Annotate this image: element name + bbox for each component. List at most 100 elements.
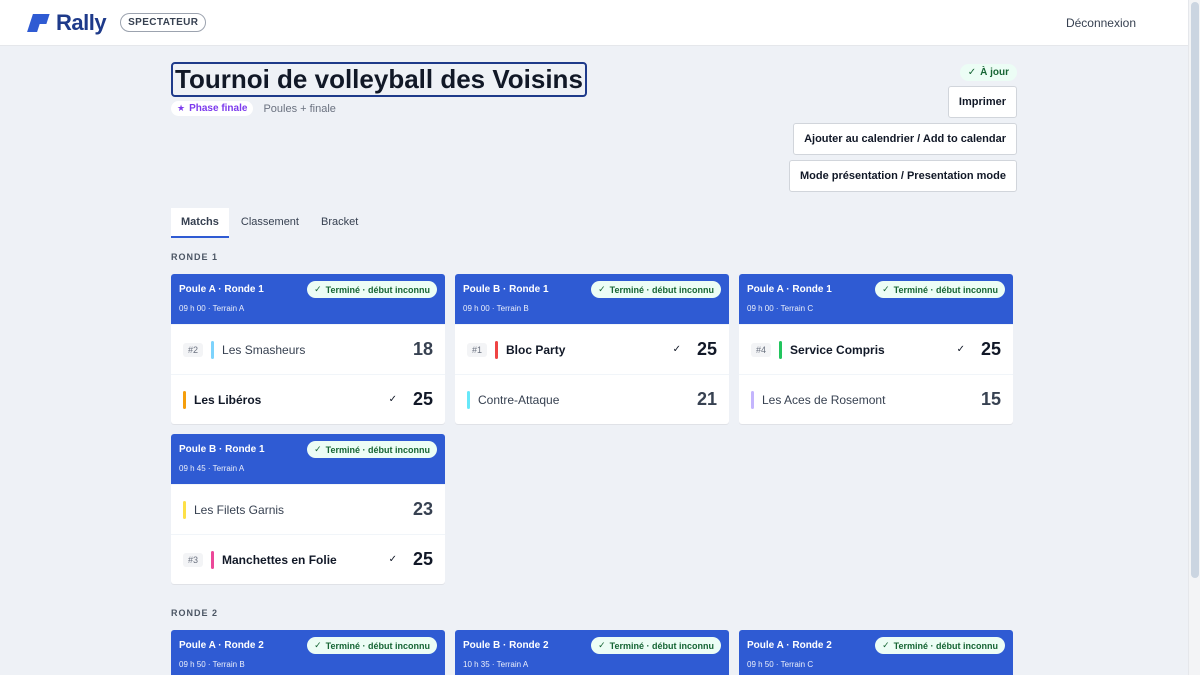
match-title: Poule B · Ronde 1 <box>179 444 265 455</box>
match-status-text: Terminé · début inconnu <box>325 444 430 455</box>
match-header: Poule A · Ronde 1 ✓ Terminé · début inco… <box>171 274 445 324</box>
match-header: Poule B · Ronde 1 ✓ Terminé · début inco… <box>171 434 445 484</box>
winner-check-icon: ✓ <box>388 394 397 405</box>
team-score: 25 <box>696 339 717 359</box>
winner-check-icon: ✓ <box>388 554 397 565</box>
team-score: 25 <box>412 549 433 569</box>
calendar-button[interactable]: Ajouter au calendrier / Add to calendar <box>793 123 1017 155</box>
section-label-round-1: RONDE 1 <box>171 252 219 262</box>
match-card[interactable]: Poule A · Ronde 1 ✓ Terminé · début inco… <box>171 274 445 424</box>
round-1-cards: Poule A · Ronde 1 ✓ Terminé · début inco… <box>171 274 1013 584</box>
match-status: ✓ Terminé · début inconnu <box>307 441 437 458</box>
team-seed: #1 <box>467 342 488 357</box>
match-info: 09 h 45 · Terrain A <box>179 464 245 473</box>
match-status-text: Terminé · début inconnu <box>325 284 430 295</box>
status-text: À jour <box>980 67 1009 78</box>
team-name: Manchettes en Folie <box>222 552 337 567</box>
team-score: 25 <box>412 389 433 409</box>
tab-bracket[interactable]: Bracket <box>311 208 368 238</box>
team-seed: #3 <box>183 552 204 567</box>
team-name: Les Smasheurs <box>222 342 306 357</box>
match-status: ✓ Terminé · début inconnu <box>591 281 721 298</box>
match-card[interactable]: Poule A · Ronde 1 ✓ Terminé · début inco… <box>739 274 1013 424</box>
tab-classement[interactable]: Classement <box>231 208 309 238</box>
action-buttons: Imprimer Ajouter au calendrier / Add to … <box>789 86 1017 192</box>
top-bar: Rally SPECTATEUR Déconnexion <box>0 0 1188 46</box>
tab-matchs[interactable]: Matchs <box>171 208 229 238</box>
match-status-text: Terminé · début inconnu <box>893 284 998 295</box>
team-row: #2 Les Smasheurs 18 <box>171 324 445 374</box>
match-info: 09 h 00 · Terrain B <box>463 304 529 313</box>
check-icon: ✓ <box>314 444 322 454</box>
status-pill: ✓ À jour <box>959 64 1017 81</box>
match-header: Poule A · Ronde 2 ✓ Terminé · début inco… <box>739 630 1013 675</box>
format-text: Poules + finale <box>263 102 336 115</box>
team-name: Service Compris <box>790 342 885 357</box>
check-icon: ✓ <box>882 284 890 294</box>
match-card[interactable]: Poule B · Ronde 1 ✓ Terminé · début inco… <box>171 434 445 584</box>
match-info: 09 h 00 · Terrain A <box>179 304 245 313</box>
winner-check-icon: ✓ <box>956 344 965 355</box>
section-label-round-2: RONDE 2 <box>171 608 219 618</box>
match-status: ✓ Terminé · début inconnu <box>307 637 437 654</box>
team-color-bar <box>211 550 215 569</box>
match-header: Poule B · Ronde 2 ✓ Terminé · début inco… <box>455 630 729 675</box>
match-title: Poule A · Ronde 1 <box>179 284 264 295</box>
team-color-bar <box>467 390 470 409</box>
team-score: 25 <box>980 339 1001 359</box>
main-content: Tournoi de volleyball des Voisins ★ Phas… <box>171 46 1017 675</box>
match-title: Poule A · Ronde 1 <box>747 284 832 295</box>
team-color-bar <box>779 340 783 359</box>
match-info: 09 h 50 · Terrain B <box>179 660 245 669</box>
scrollbar-thumb[interactable] <box>1191 2 1199 578</box>
team-row: Les Filets Garnis 23 <box>171 484 445 534</box>
print-button[interactable]: Imprimer <box>947 86 1017 118</box>
team-row: Les Libéros ✓ 25 <box>171 374 445 424</box>
brand-logo[interactable]: Rally <box>28 10 107 36</box>
presentation-button[interactable]: Mode présentation / Presentation mode <box>789 160 1017 192</box>
team-row: #4 Service Compris ✓ 25 <box>739 324 1013 374</box>
match-status: ✓ Terminé · début inconnu <box>307 281 437 298</box>
match-status: ✓ Terminé · début inconnu <box>875 637 1005 654</box>
team-color-bar <box>751 390 754 409</box>
match-card[interactable]: Poule A · Ronde 2 ✓ Terminé · début inco… <box>739 630 1013 675</box>
tournament-title: Tournoi de volleyball des Voisins <box>171 62 587 97</box>
scrollbar[interactable] <box>1188 0 1200 675</box>
team-color-bar <box>183 390 186 409</box>
match-header: Poule A · Ronde 1 ✓ Terminé · début inco… <box>739 274 1013 324</box>
star-icon: ★ <box>177 103 186 113</box>
team-row: #3 Manchettes en Folie ✓ 25 <box>171 534 445 584</box>
match-info: 09 h 50 · Terrain C <box>747 660 814 669</box>
match-status-text: Terminé · début inconnu <box>893 640 998 651</box>
check-icon: ✓ <box>967 67 977 78</box>
check-icon: ✓ <box>882 640 890 650</box>
team-score: 21 <box>696 389 717 409</box>
match-title: Poule B · Ronde 1 <box>463 284 549 295</box>
team-score: 15 <box>980 389 1001 409</box>
team-color-bar <box>495 340 499 359</box>
match-title: Poule A · Ronde 2 <box>179 640 264 651</box>
match-status-text: Terminé · début inconnu <box>609 284 714 295</box>
logout-link[interactable]: Déconnexion <box>1066 16 1136 30</box>
match-card[interactable]: Poule A · Ronde 2 ✓ Terminé · début inco… <box>171 630 445 675</box>
team-row: Les Aces de Rosemont 15 <box>739 374 1013 424</box>
match-card[interactable]: Poule B · Ronde 1 ✓ Terminé · début inco… <box>455 274 729 424</box>
check-icon: ✓ <box>598 640 606 650</box>
match-header: Poule B · Ronde 1 ✓ Terminé · début inco… <box>455 274 729 324</box>
check-icon: ✓ <box>314 284 322 294</box>
team-row: Contre-Attaque 21 <box>455 374 729 424</box>
team-name: Les Filets Garnis <box>194 502 285 517</box>
team-name: Bloc Party <box>506 342 566 357</box>
tab-bar: Matchs Classement Bracket <box>171 208 368 238</box>
match-card[interactable]: Poule B · Ronde 2 ✓ Terminé · début inco… <box>455 630 729 675</box>
team-row: #1 Bloc Party ✓ 25 <box>455 324 729 374</box>
rally-logo-icon <box>28 12 50 34</box>
winner-check-icon: ✓ <box>672 344 681 355</box>
team-name: Les Libéros <box>194 392 262 407</box>
match-info: 09 h 00 · Terrain C <box>747 304 814 313</box>
team-seed: #4 <box>751 342 772 357</box>
match-status: ✓ Terminé · début inconnu <box>591 637 721 654</box>
team-name: Contre-Attaque <box>478 392 560 407</box>
match-status-text: Terminé · début inconnu <box>325 640 430 651</box>
phase-chip: ★ Phase finale <box>171 101 254 116</box>
